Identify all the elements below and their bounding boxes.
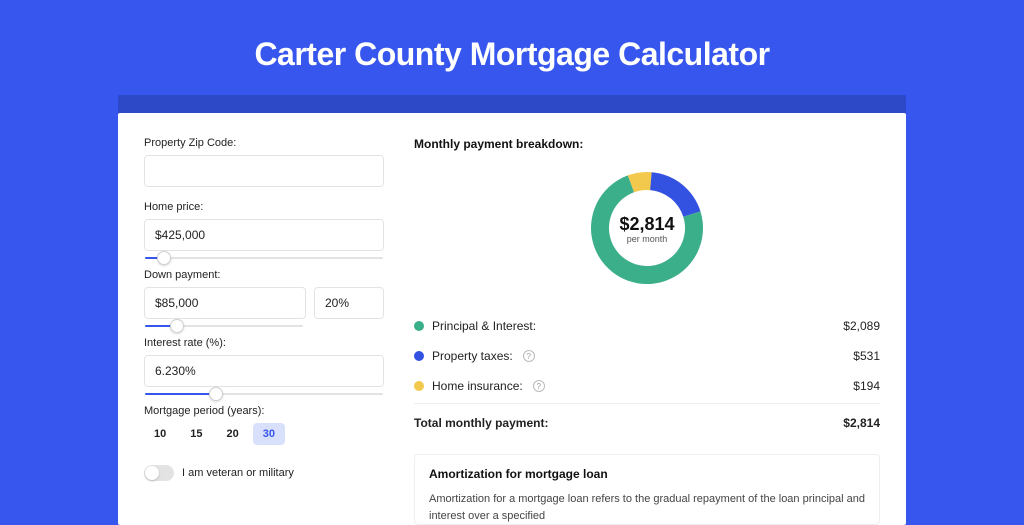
form-column: Property Zip Code: Home price: Down paym…	[144, 137, 384, 525]
period-field: Mortgage period (years): 10152030	[144, 405, 384, 445]
zip-input[interactable]	[144, 155, 384, 187]
divider	[414, 403, 880, 404]
interest-rate-slider-thumb[interactable]	[209, 387, 223, 401]
down-payment-slider[interactable]	[145, 325, 303, 327]
legend-dot-icon	[414, 381, 424, 391]
total-row: Total monthly payment: $2,814	[414, 408, 880, 438]
donut-center-sub: per month	[627, 234, 668, 244]
home-price-slider[interactable]	[145, 257, 383, 259]
zip-field: Property Zip Code:	[144, 137, 384, 187]
period-option-10[interactable]: 10	[144, 423, 176, 445]
down-payment-slider-thumb[interactable]	[170, 319, 184, 333]
down-payment-input[interactable]	[144, 287, 306, 319]
donut-center-amount: $2,814	[619, 214, 674, 234]
donut-slice	[650, 172, 700, 217]
home-price-slider-thumb[interactable]	[157, 251, 171, 265]
interest-rate-input[interactable]	[144, 355, 384, 387]
home-price-field: Home price:	[144, 201, 384, 259]
help-icon[interactable]: ?	[523, 350, 535, 362]
interest-rate-field: Interest rate (%):	[144, 337, 384, 395]
donut-svg: $2,814per month	[582, 163, 712, 293]
total-value: $2,814	[843, 416, 880, 430]
amortization-title: Amortization for mortgage loan	[429, 467, 865, 481]
down-payment-pct-input[interactable]	[314, 287, 384, 319]
interest-rate-label: Interest rate (%):	[144, 337, 384, 349]
legend-list: Principal & Interest: $2,089 Property taxe…	[414, 311, 880, 401]
interest-rate-slider[interactable]	[145, 393, 383, 395]
breakdown-title: Monthly payment breakdown:	[414, 137, 880, 151]
legend-dot-icon	[414, 321, 424, 331]
veteran-row: I am veteran or military	[144, 465, 384, 481]
zip-label: Property Zip Code:	[144, 137, 384, 149]
legend-label: Principal & Interest:	[432, 319, 536, 333]
legend-row: Principal & Interest: $2,089	[414, 311, 880, 341]
period-option-30[interactable]: 30	[253, 423, 285, 445]
down-payment-field: Down payment:	[144, 269, 384, 327]
down-payment-label: Down payment:	[144, 269, 384, 281]
breakdown-column: Monthly payment breakdown: $2,814per mon…	[414, 137, 880, 525]
legend-label: Home insurance:	[432, 379, 523, 393]
legend-row: Home insurance:? $194	[414, 371, 880, 401]
help-icon[interactable]: ?	[533, 380, 545, 392]
legend-label: Property taxes:	[432, 349, 513, 363]
legend-row: Property taxes:? $531	[414, 341, 880, 371]
home-price-input[interactable]	[144, 219, 384, 251]
period-option-20[interactable]: 20	[217, 423, 249, 445]
calculator-card: Property Zip Code: Home price: Down paym…	[118, 113, 906, 525]
legend-value: $531	[853, 349, 880, 363]
legend-dot-icon	[414, 351, 424, 361]
interest-rate-slider-fill	[145, 393, 216, 395]
legend-value: $2,089	[843, 319, 880, 333]
amortization-box: Amortization for mortgage loan Amortizat…	[414, 454, 880, 525]
page-title: Carter County Mortgage Calculator	[0, 0, 1024, 73]
legend-value: $194	[853, 379, 880, 393]
veteran-toggle[interactable]	[144, 465, 174, 481]
period-option-15[interactable]: 15	[180, 423, 212, 445]
total-label: Total monthly payment:	[414, 416, 548, 430]
home-price-label: Home price:	[144, 201, 384, 213]
period-label: Mortgage period (years):	[144, 405, 384, 417]
veteran-toggle-label: I am veteran or military	[182, 467, 294, 479]
card-outer: Property Zip Code: Home price: Down paym…	[118, 95, 906, 525]
donut-chart: $2,814per month	[414, 157, 880, 311]
amortization-text: Amortization for a mortgage loan refers …	[429, 491, 865, 524]
period-options: 10152030	[144, 423, 384, 445]
